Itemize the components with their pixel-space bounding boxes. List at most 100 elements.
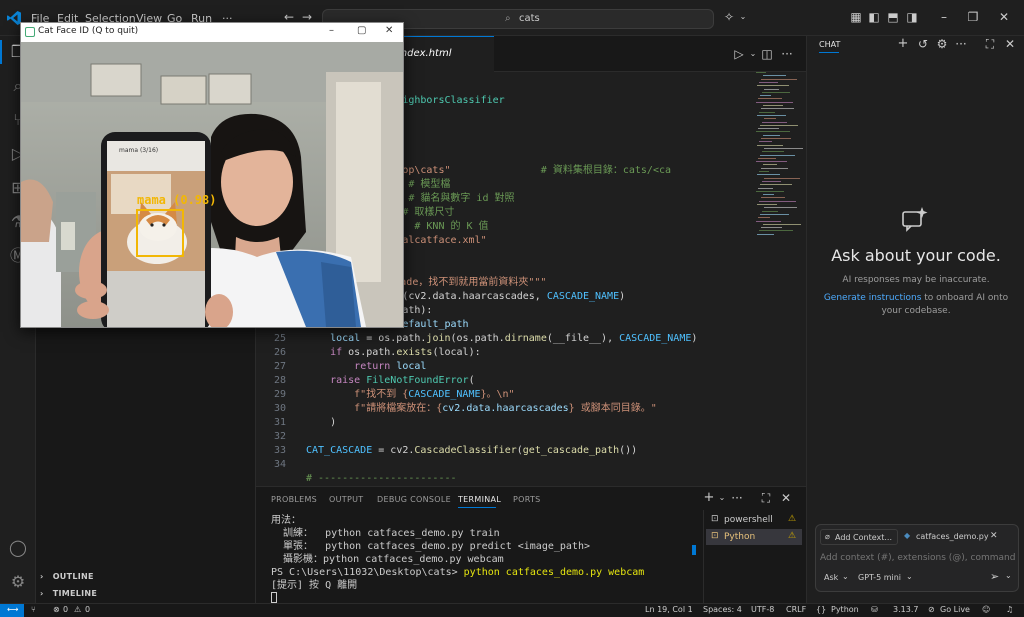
model-picker[interactable]: GPT-5 mini xyxy=(858,573,901,582)
go-live[interactable]: Go Live xyxy=(940,605,970,614)
minimap-line xyxy=(759,200,796,202)
remote-indicator[interactable]: ⟷ xyxy=(0,604,24,617)
camera-window[interactable]: Cat Face ID (Q to quit) – ▢ ✕ mama (3/16… xyxy=(20,22,404,328)
close-icon[interactable]: ✕ xyxy=(385,25,393,36)
generate-instructions-link[interactable]: Generate instructions xyxy=(824,293,922,303)
minimap-line xyxy=(758,217,770,219)
minimap-line xyxy=(757,144,783,146)
panel-tab-problems[interactable]: PROBLEMS xyxy=(271,495,317,504)
minimap-line xyxy=(757,85,789,87)
remote-icon: ⟷ xyxy=(7,605,19,614)
minimap-line xyxy=(760,184,792,186)
send-icon[interactable]: ➢ xyxy=(990,570,999,583)
terminal-item-python[interactable]: ⊡ Python ⚠ xyxy=(706,529,802,545)
sidebar-section-timeline[interactable]: › TIMELINE xyxy=(40,589,97,598)
status-bar: ⟷ ⑂ ⊗ 0 ⚠ 0 Ln 19, Col 1 Spaces: 4 UTF-8… xyxy=(0,603,1024,617)
camera-window-titlebar[interactable]: Cat Face ID (Q to quit) – ▢ ✕ xyxy=(21,23,403,42)
minimap-line xyxy=(763,134,780,136)
minimap-line xyxy=(759,230,793,232)
copilot-icon[interactable]: ✧ xyxy=(722,10,736,24)
remove-chip-icon[interactable]: ✕ xyxy=(990,531,998,541)
settings-gear-icon[interactable]: ⚙ xyxy=(8,572,28,592)
minimap[interactable] xyxy=(756,72,806,242)
golive-icon: ⊘ xyxy=(928,605,935,614)
minimap-line xyxy=(756,161,787,163)
minimap-line xyxy=(756,131,790,133)
chat-input[interactable] xyxy=(820,551,1016,565)
panel-tab-output[interactable]: OUTPUT xyxy=(329,495,363,504)
close-chat-icon[interactable]: ✕ xyxy=(1003,37,1017,51)
notifications-icon[interactable]: ♫ xyxy=(1006,605,1013,614)
active-indicator xyxy=(0,40,2,64)
line-number: 28 xyxy=(273,375,286,386)
more-actions-icon[interactable]: ··· xyxy=(730,491,744,505)
terminal-line: [提示] 按 Q 離開 xyxy=(271,580,358,591)
minimize-icon[interactable]: – xyxy=(937,10,951,24)
account-icon[interactable]: ◯ xyxy=(8,538,28,558)
mode-picker[interactable]: Ask xyxy=(824,573,838,582)
terminal-scrollbar[interactable] xyxy=(692,545,696,555)
history-icon[interactable]: ↺ xyxy=(916,37,930,51)
minimap-line xyxy=(760,154,795,156)
python-version[interactable]: 3.13.7 xyxy=(893,605,918,614)
active-tab-underline xyxy=(458,507,496,508)
error-icon[interactable]: ⊗ xyxy=(53,605,60,614)
line-number: 26 xyxy=(273,347,286,358)
terminal-cursor xyxy=(271,592,277,603)
language-mode[interactable]: Python xyxy=(831,605,859,614)
terminal-icon: ⊡ xyxy=(711,531,719,541)
chevron-down-icon[interactable]: ⌄ xyxy=(715,491,729,505)
close-icon[interactable]: ✕ xyxy=(997,10,1011,24)
minimap-line xyxy=(764,118,776,120)
toggle-panel-icon[interactable]: ⬒ xyxy=(886,10,900,24)
minimap-line xyxy=(759,141,772,143)
chat-input-box[interactable]: ⌀ Add Context... ◆ catfaces_demo.py ✕ As… xyxy=(815,524,1019,592)
line-number: 27 xyxy=(273,361,286,372)
chevron-down-icon[interactable]: ⌄ xyxy=(736,10,750,24)
line-number: 34 xyxy=(273,459,286,470)
chevron-down-icon[interactable]: ⌄ xyxy=(746,47,760,61)
sidebar-section-outline[interactable]: › OUTLINE xyxy=(40,572,94,581)
restore-icon[interactable]: ❐ xyxy=(966,10,980,24)
split-editor-icon[interactable]: ◫ xyxy=(760,47,774,61)
more-actions-icon[interactable]: ··· xyxy=(954,37,968,51)
chevron-right-icon: › xyxy=(40,589,44,598)
chevron-down-icon[interactable]: ⌄ xyxy=(1005,571,1012,580)
terminal-line: 訓練： python catfaces_demo.py train xyxy=(271,528,500,539)
new-chat-icon[interactable]: + xyxy=(896,37,910,51)
maximize-icon[interactable]: ▢ xyxy=(357,25,366,36)
file-context-chip[interactable]: ◆ catfaces_demo.py ✕ xyxy=(902,529,1002,545)
terminal-icon: ⊡ xyxy=(711,514,719,524)
add-context-button[interactable]: ⌀ Add Context... xyxy=(820,529,898,545)
warning-count: 0 xyxy=(85,605,91,614)
encoding[interactable]: UTF-8 xyxy=(751,605,774,614)
run-file-icon[interactable]: ▷ xyxy=(732,47,746,61)
new-terminal-icon[interactable]: + xyxy=(702,491,716,505)
customize-layout-icon[interactable]: ▦ xyxy=(849,10,863,24)
warning-icon: ⚠ xyxy=(788,531,797,541)
panel-tab-ports[interactable]: PORTS xyxy=(513,495,541,504)
end-of-line[interactable]: CRLF xyxy=(786,605,806,614)
minimap-line xyxy=(761,78,797,80)
copilot-status-icon[interactable]: ☺ xyxy=(982,605,990,614)
warning-icon[interactable]: ⚠ xyxy=(74,605,81,614)
maximize-panel-icon[interactable]: ⛶ xyxy=(759,491,773,505)
minimize-icon[interactable]: – xyxy=(329,25,334,36)
settings-gear-icon[interactable]: ⚙ xyxy=(935,37,949,51)
terminal-command-line: PS C:\Users\11032\Desktop\cats> python c… xyxy=(271,567,645,578)
close-panel-icon[interactable]: ✕ xyxy=(779,491,793,505)
python-file-icon: ◆ xyxy=(904,531,911,540)
panel-tab-debug-console[interactable]: DEBUG CONSOLE xyxy=(377,495,451,504)
branch-icon[interactable]: ⑂ xyxy=(31,605,36,614)
cursor-position[interactable]: Ln 19, Col 1 xyxy=(645,605,693,614)
minimap-line xyxy=(764,88,779,90)
maximize-chat-icon[interactable]: ⛶ xyxy=(983,37,997,51)
toggle-sidebar-icon[interactable]: ◧ xyxy=(867,10,881,24)
indentation[interactable]: Spaces: 4 xyxy=(703,605,742,614)
panel-tab-terminal[interactable]: TERMINAL xyxy=(458,495,501,504)
toggle-secondary-sidebar-icon[interactable]: ◨ xyxy=(905,10,919,24)
minimap-line xyxy=(762,180,781,182)
code-text: local = os.path.join(os.path.dirname(__f… xyxy=(306,333,698,344)
more-actions-icon[interactable]: ··· xyxy=(780,47,794,61)
terminal-item-powershell[interactable]: ⊡ powershell ⚠ xyxy=(706,512,802,528)
